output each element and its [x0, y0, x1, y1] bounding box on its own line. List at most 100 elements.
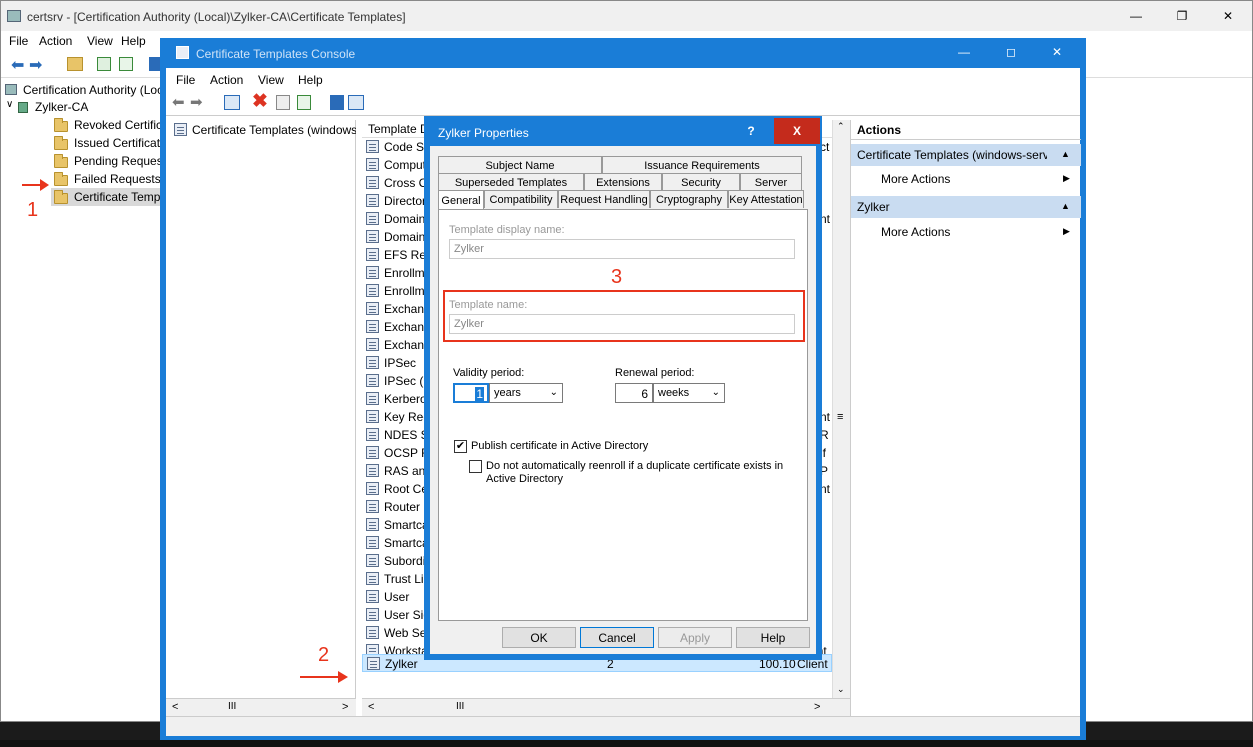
- maximize-button[interactable]: ❐: [1159, 1, 1205, 31]
- publish-checkbox[interactable]: ✔: [454, 440, 467, 453]
- tree-ca[interactable]: Zylker-CA: [35, 100, 88, 114]
- validity-unit-select[interactable]: years ⌄: [489, 383, 563, 403]
- ok-button[interactable]: OK: [502, 627, 576, 648]
- tab-extensions[interactable]: Extensions: [584, 173, 662, 191]
- cancel-button[interactable]: Cancel: [580, 627, 654, 648]
- properties-dialog: Zylker Properties ? X Subject Name Issua…: [424, 116, 822, 660]
- up-folder-icon[interactable]: [67, 57, 83, 71]
- console-forward-icon[interactable]: ➡: [190, 93, 203, 111]
- tree-hscrollbar[interactable]: < III >: [166, 698, 356, 716]
- tab-subject-name[interactable]: Subject Name: [438, 156, 602, 174]
- properties-icon[interactable]: [276, 95, 290, 110]
- dialog-help-button[interactable]: ?: [728, 118, 774, 144]
- console-export-icon[interactable]: [297, 95, 311, 110]
- console-back-icon[interactable]: ⬅: [172, 93, 185, 111]
- template-icon: [366, 248, 379, 261]
- show-action-pane-icon[interactable]: [348, 95, 364, 110]
- template-icon: [366, 374, 379, 387]
- tab-security[interactable]: Security: [662, 173, 740, 191]
- renewal-number-input[interactable]: 6: [615, 383, 653, 403]
- minimize-button[interactable]: —: [1113, 1, 1159, 31]
- tree-issued[interactable]: Issued Certificates: [74, 136, 162, 150]
- reenroll-checkbox[interactable]: [469, 460, 482, 473]
- console-maximize-button[interactable]: ◻: [1006, 45, 1016, 59]
- dialog-title-bar: Zylker Properties ? X: [424, 116, 822, 146]
- template-icon: [366, 158, 379, 171]
- tab-superseded-templates[interactable]: Superseded Templates: [438, 173, 584, 191]
- annotation-step-2: 2: [318, 644, 330, 666]
- forward-icon[interactable]: ➡: [29, 55, 42, 75]
- tree-failed[interactable]: Failed Requests: [74, 172, 162, 186]
- show-tree-icon[interactable]: [224, 95, 240, 110]
- tree-scroll-left-icon[interactable]: <: [172, 701, 178, 713]
- validity-number-input[interactable]: 1: [453, 383, 489, 403]
- list-scroll-down-icon[interactable]: ⌄: [837, 684, 845, 695]
- collapse-up-icon[interactable]: ▲: [1061, 149, 1070, 159]
- list-scroll-grip-icon[interactable]: ≡: [837, 411, 843, 423]
- console-close-button[interactable]: ✕: [1052, 45, 1062, 59]
- tree-templates[interactable]: Certificate Templates: [74, 190, 162, 204]
- renewal-label: Renewal period:: [615, 367, 695, 379]
- expand-chevron-icon[interactable]: ∨: [6, 99, 13, 110]
- more-actions-templates[interactable]: More Actions: [881, 172, 950, 186]
- template-icon: [366, 338, 379, 351]
- display-name-field[interactable]: Zylker: [449, 239, 795, 259]
- console-menu-file[interactable]: File: [176, 73, 195, 87]
- actions-group-templates[interactable]: Certificate Templates (windows-serv... ▲: [851, 144, 1081, 166]
- tree-pending[interactable]: Pending Requests: [74, 154, 162, 168]
- menu-file[interactable]: File: [9, 34, 28, 48]
- more-actions-arrow-icon: ▶: [1063, 173, 1070, 183]
- actions-group-zylker[interactable]: Zylker ▲: [851, 196, 1081, 218]
- menu-action[interactable]: Action: [39, 34, 72, 48]
- publish-label[interactable]: Publish certificate in Active Directory: [471, 440, 648, 452]
- tree-failed-folder-icon: [54, 172, 68, 186]
- reenroll-label[interactable]: Do not automatically reenroll if a dupli…: [486, 460, 798, 486]
- console-minimize-button[interactable]: —: [958, 45, 970, 59]
- list-hscrollbar[interactable]: < III >: [362, 698, 850, 716]
- tree-root[interactable]: Certification Authority (Local): [23, 83, 161, 97]
- console-menu-view[interactable]: View: [258, 73, 284, 87]
- tab-issuance-requirements[interactable]: Issuance Requirements: [602, 156, 802, 174]
- export-icon[interactable]: [119, 57, 133, 71]
- tab-request-handling[interactable]: Request Handling: [558, 190, 650, 208]
- list-scroll-thumb[interactable]: III: [456, 701, 464, 712]
- dialog-close-button[interactable]: X: [774, 118, 820, 144]
- help-button[interactable]: Help: [736, 627, 810, 648]
- list-scroll-right-icon[interactable]: >: [814, 701, 820, 713]
- template-icon: [366, 536, 379, 549]
- template-name-field[interactable]: Zylker: [449, 314, 795, 334]
- tree-revoked[interactable]: Revoked Certificates: [74, 118, 162, 132]
- column-header-name[interactable]: Template Display Name: [368, 122, 428, 136]
- annotation-step-1: 1: [27, 199, 39, 221]
- annotation-arrow-1-head: [40, 179, 49, 191]
- list-scroll-up-icon[interactable]: ⌃: [837, 121, 845, 132]
- list-scroll-left-icon[interactable]: <: [368, 701, 374, 713]
- collapse-up-icon[interactable]: ▲: [1061, 201, 1070, 211]
- renewal-unit-value: weeks: [658, 387, 690, 399]
- tree-scroll-thumb[interactable]: III: [228, 701, 236, 712]
- template-name-label: Template name:: [449, 299, 528, 311]
- menu-view[interactable]: View: [87, 34, 113, 48]
- more-actions-zylker[interactable]: More Actions: [881, 225, 950, 239]
- console-tree-item[interactable]: Certificate Templates (windows-serv: [192, 123, 356, 137]
- console-tree-icon: [174, 123, 187, 136]
- close-button[interactable]: ✕: [1205, 1, 1251, 31]
- menu-help[interactable]: Help: [121, 34, 161, 48]
- console-menu-action[interactable]: Action: [210, 73, 243, 87]
- back-icon[interactable]: ⬅: [11, 55, 24, 75]
- tree-scroll-right-icon[interactable]: >: [342, 701, 348, 713]
- tab-key-attestation[interactable]: Key Attestation: [728, 190, 804, 208]
- renewal-unit-select[interactable]: weeks ⌄: [653, 383, 725, 403]
- cancel-label: Cancel: [598, 630, 636, 645]
- tab-compatibility[interactable]: Compatibility: [484, 190, 558, 208]
- refresh-icon[interactable]: [97, 57, 111, 71]
- apply-button[interactable]: Apply: [658, 627, 732, 648]
- tab-cryptography[interactable]: Cryptography: [650, 190, 728, 208]
- console-help-icon[interactable]: [330, 95, 344, 110]
- actions-header: Actions: [851, 120, 1081, 140]
- tab-general[interactable]: General: [438, 190, 484, 210]
- list-vscrollbar[interactable]: ⌃ ≡ ⌄: [832, 120, 850, 698]
- tab-server[interactable]: Server: [740, 173, 802, 191]
- delete-icon[interactable]: ✖: [252, 90, 268, 113]
- console-menu-help[interactable]: Help: [298, 73, 323, 87]
